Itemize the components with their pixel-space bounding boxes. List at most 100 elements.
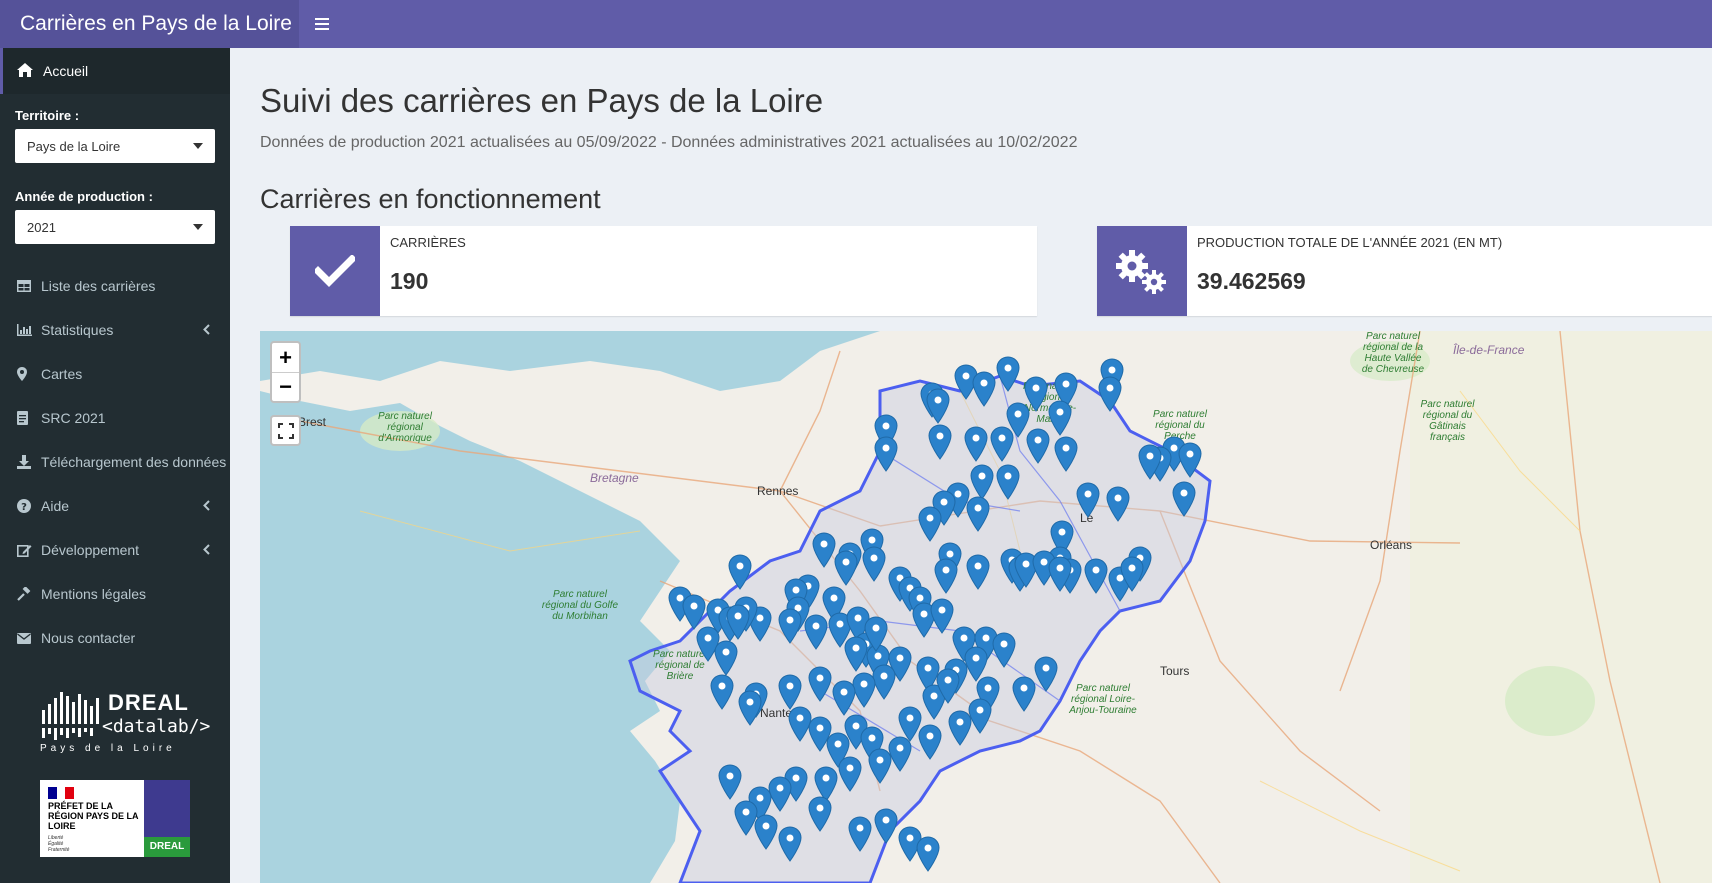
quarry-marker[interactable] xyxy=(992,632,1016,668)
document-icon xyxy=(17,411,35,425)
quarry-marker[interactable] xyxy=(754,814,778,850)
sidebar-item-statistiques[interactable]: Statistiques xyxy=(0,308,230,352)
annee-label: Année de production : xyxy=(15,189,153,204)
quarry-marker[interactable] xyxy=(1034,656,1058,692)
quarry-marker[interactable] xyxy=(778,674,802,710)
quarry-marker[interactable] xyxy=(804,614,828,650)
zoom-out-button[interactable]: − xyxy=(272,372,299,401)
sidebar-item-developpement[interactable]: Développement xyxy=(0,528,230,572)
quarry-marker[interactable] xyxy=(814,766,838,802)
envelope-icon xyxy=(17,632,35,644)
quarry-marker[interactable] xyxy=(862,546,886,582)
chevron-left-icon xyxy=(203,498,210,514)
quarry-marker[interactable] xyxy=(964,426,988,462)
sidebar-item-nous-contacter[interactable]: Nous contacter xyxy=(0,616,230,660)
quarry-marker[interactable] xyxy=(916,836,940,872)
quarry-marker[interactable] xyxy=(1106,486,1130,522)
sidebar-item-src-2021[interactable]: SRC 2021 xyxy=(0,396,230,440)
download-icon xyxy=(17,455,35,469)
marianne-flag-icon xyxy=(48,787,74,799)
quarry-marker[interactable] xyxy=(872,664,896,700)
sidebar-item-liste-carrieres[interactable]: Liste des carrières xyxy=(0,264,230,308)
quarry-marker[interactable] xyxy=(990,426,1014,462)
quarry-marker[interactable] xyxy=(1024,376,1048,412)
quarry-marker[interactable] xyxy=(734,800,758,836)
prefet-logo-text: PRÉFET DE LA RÉGION PAYS DE LA LOIRE xyxy=(48,801,139,831)
info-box-production: Production totale de l'année 2021 (en Mt… xyxy=(1097,226,1712,316)
sidebar-item-label: Accueil xyxy=(43,63,89,79)
quarry-marker[interactable] xyxy=(738,690,762,726)
quarry-marker[interactable] xyxy=(898,706,922,742)
quarry-marker[interactable] xyxy=(1012,676,1036,712)
quarry-marker[interactable] xyxy=(848,816,872,852)
quarry-marker[interactable] xyxy=(874,808,898,844)
territoire-label: Territoire : xyxy=(15,108,80,123)
sidebar-item-mentions-legales[interactable]: Mentions légales xyxy=(0,572,230,616)
quarry-marker[interactable] xyxy=(1054,436,1078,472)
fullscreen-button[interactable] xyxy=(270,415,301,446)
quarry-marker[interactable] xyxy=(970,464,994,500)
quarry-marker[interactable] xyxy=(996,356,1020,392)
quarry-marker[interactable] xyxy=(1172,481,1196,517)
sidebar-toggle-button[interactable] xyxy=(299,0,345,48)
quarry-marker[interactable] xyxy=(714,640,738,676)
quarry-marker[interactable] xyxy=(928,424,952,460)
app-brand-title[interactable]: Carrières en Pays de la Loire xyxy=(0,0,299,48)
quarry-marker[interactable] xyxy=(926,388,950,424)
quarry-marker[interactable] xyxy=(874,436,898,472)
quarry-marker[interactable] xyxy=(1026,428,1050,464)
quarry-marker[interactable] xyxy=(768,776,792,812)
quarry-marker[interactable] xyxy=(844,636,868,672)
quarry-marker[interactable] xyxy=(1098,376,1122,412)
quarry-marker[interactable] xyxy=(718,764,742,800)
quarry-marker[interactable] xyxy=(778,608,802,644)
quarry-marker[interactable] xyxy=(1084,558,1108,594)
territoire-value: Pays de la Loire xyxy=(27,138,121,154)
dreal-logo-subtitle: <datalab/> xyxy=(102,716,211,737)
sidebar-item-accueil[interactable]: Accueil xyxy=(0,48,230,94)
quarry-marker[interactable] xyxy=(1076,482,1100,518)
quarry-marker[interactable] xyxy=(868,748,892,784)
sidebar-item-aide[interactable]: ? Aide xyxy=(0,484,230,528)
sidebar-item-cartes[interactable]: Cartes xyxy=(0,352,230,396)
quarry-marker[interactable] xyxy=(834,550,858,586)
quarry-marker[interactable] xyxy=(832,680,856,716)
quarry-marker[interactable] xyxy=(966,554,990,590)
quarry-marker[interactable] xyxy=(972,371,996,407)
zoom-in-button[interactable]: + xyxy=(272,343,299,372)
quarry-marker[interactable] xyxy=(918,506,942,542)
quarry-marker[interactable] xyxy=(710,674,734,710)
carrieres-map[interactable]: Rennes Brest Bretagne Orléans Tours Île-… xyxy=(260,331,1712,883)
quarry-marker[interactable] xyxy=(808,666,832,702)
quarry-marker[interactable] xyxy=(930,598,954,634)
quarry-marker[interactable] xyxy=(888,736,912,772)
quarry-marker[interactable] xyxy=(968,698,992,734)
quarry-marker[interactable] xyxy=(788,706,812,742)
quarry-marker[interactable] xyxy=(812,532,836,568)
sidebar-item-label: SRC 2021 xyxy=(41,410,106,426)
dreal-logo-title: DREAL xyxy=(108,690,189,715)
sidebar-item-label: Statistiques xyxy=(41,322,114,338)
quarry-marker[interactable] xyxy=(838,756,862,792)
quarry-marker[interactable] xyxy=(728,554,752,590)
quarry-marker[interactable] xyxy=(1178,442,1202,478)
quarry-marker[interactable] xyxy=(964,646,988,682)
question-icon: ? xyxy=(17,499,35,513)
quarry-marker[interactable] xyxy=(934,558,958,594)
quarry-marker[interactable] xyxy=(966,496,990,532)
info-box-icon-bg xyxy=(290,226,380,316)
quarry-marker[interactable] xyxy=(808,796,832,832)
quarry-marker[interactable] xyxy=(948,710,972,746)
quarry-marker[interactable] xyxy=(996,464,1020,500)
quarry-marker[interactable] xyxy=(682,594,706,630)
sidebar-item-telechargement[interactable]: Téléchargement des données xyxy=(0,440,230,484)
quarry-marker[interactable] xyxy=(1048,400,1072,436)
zoom-control: + − xyxy=(270,341,301,403)
datalab-bars-icon xyxy=(42,692,99,740)
annee-select[interactable]: 2021 xyxy=(15,210,215,244)
quarry-marker[interactable] xyxy=(778,826,802,862)
svg-text:?: ? xyxy=(21,502,27,513)
quarry-marker[interactable] xyxy=(852,672,876,708)
quarry-marker[interactable] xyxy=(918,724,942,760)
territoire-select[interactable]: Pays de la Loire xyxy=(15,129,215,163)
